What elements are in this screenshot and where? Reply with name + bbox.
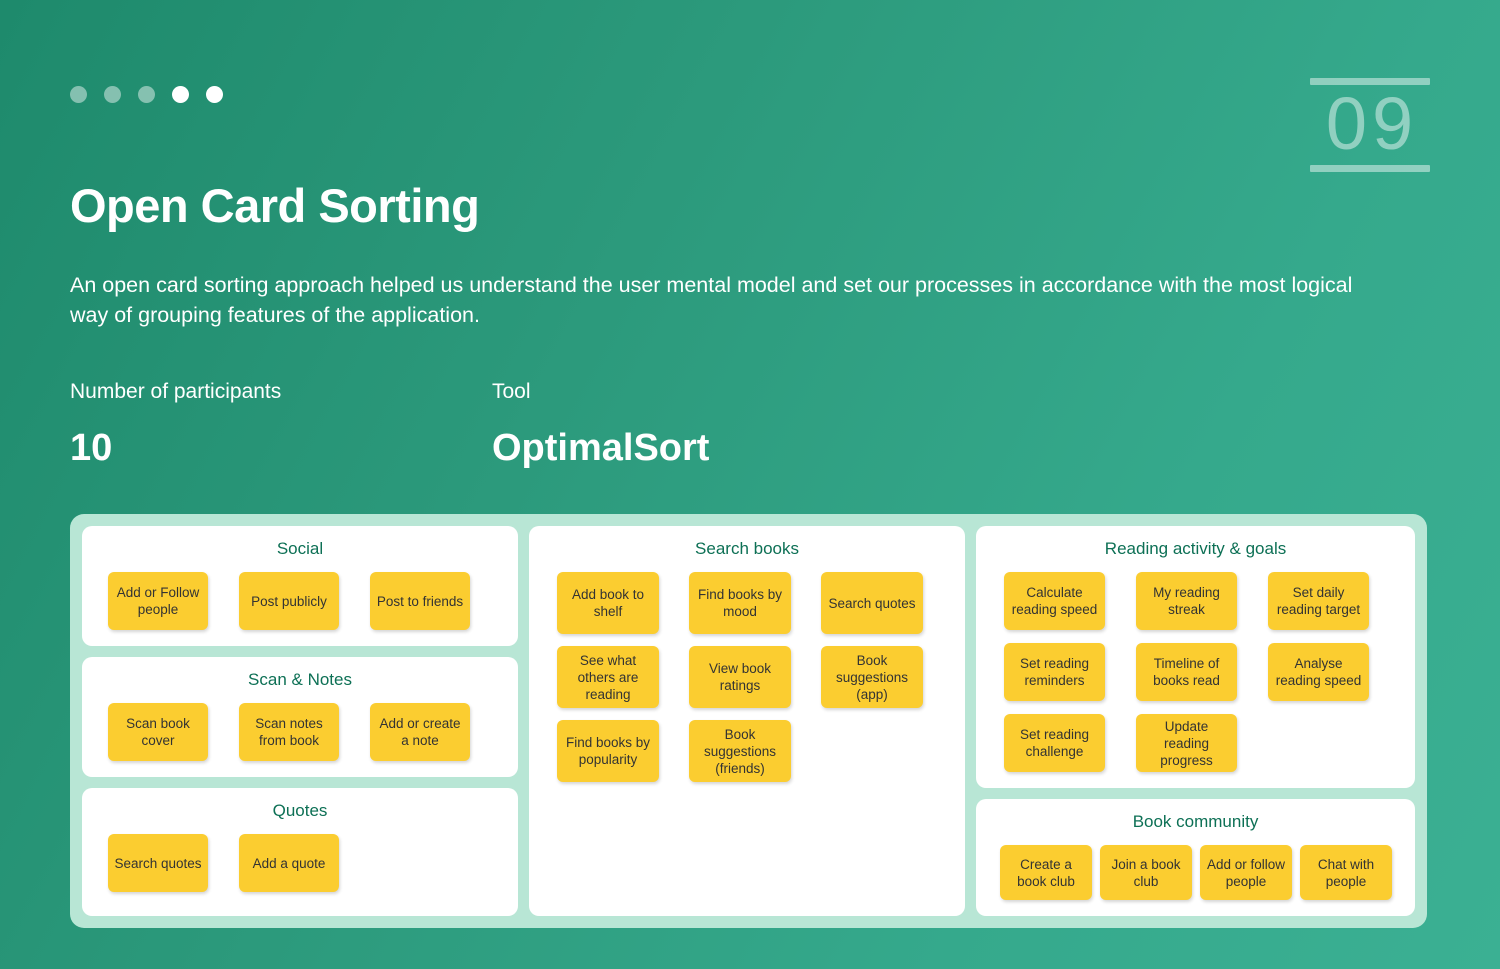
group-book-community: Book community Create a book club Join a… <box>976 799 1416 916</box>
page-number: 09 <box>1310 78 1430 173</box>
stat-participants-label: Number of participants <box>70 380 282 403</box>
group-scan-notes: Scan & Notes Scan book cover Scan notes … <box>82 657 519 777</box>
sort-card[interactable]: Post to friends <box>370 572 470 630</box>
group-scan-notes-cards: Scan book cover Scan notes from book Add… <box>96 703 504 761</box>
progress-dot-5[interactable] <box>206 86 223 103</box>
group-book-community-cards: Create a book club Join a book club Add … <box>990 845 1401 900</box>
sort-card[interactable]: Add or create a note <box>370 703 470 761</box>
sort-card[interactable]: Create a book club <box>1000 845 1093 900</box>
group-quotes: Quotes Search quotes Add a quote <box>82 788 519 916</box>
group-social-cards: Add or Follow people Post publicly Post … <box>96 572 504 630</box>
sort-card[interactable]: Book suggestions (app) <box>821 646 924 708</box>
sort-card[interactable]: Timeline of books read <box>1136 643 1238 701</box>
sort-card[interactable]: Set daily reading target <box>1268 572 1370 630</box>
sort-card[interactable]: Find books by popularity <box>557 720 660 782</box>
sort-card[interactable]: Add a quote <box>239 834 339 892</box>
stat-tool-label: Tool <box>492 380 531 403</box>
stat-tool-value: OptimalSort <box>492 427 710 469</box>
card-sorting-board: Social Add or Follow people Post publicl… <box>70 514 1427 928</box>
sort-card[interactable]: Chat with people <box>1300 845 1393 900</box>
progress-dot-3[interactable] <box>138 86 155 103</box>
group-reading-activity-cards: Calculate reading speed My reading strea… <box>990 572 1401 772</box>
progress-dot-1[interactable] <box>70 86 87 103</box>
progress-dot-2[interactable] <box>104 86 121 103</box>
group-reading-activity: Reading activity & goals Calculate readi… <box>976 526 1416 788</box>
group-scan-notes-title: Scan & Notes <box>248 670 352 689</box>
sort-card[interactable]: Join a book club <box>1100 845 1193 900</box>
sort-card[interactable]: Update reading progress <box>1136 714 1238 772</box>
sort-card[interactable]: Set reading challenge <box>1004 714 1106 772</box>
sort-card[interactable]: Scan book cover <box>108 703 208 761</box>
group-search-books: Search books Add book to shelf Find book… <box>529 526 966 916</box>
stat-tool: Tool OptimalSort <box>492 378 914 470</box>
stat-participants-value: 10 <box>70 427 113 469</box>
page-number-value: 09 <box>1325 82 1419 165</box>
board-column-middle: Search books Add book to shelf Find book… <box>529 526 966 916</box>
sort-card[interactable]: Add book to shelf <box>557 572 660 634</box>
group-book-community-title: Book community <box>1132 812 1259 831</box>
sort-card[interactable]: Post publicly <box>239 572 339 630</box>
sort-card[interactable]: Analyse reading speed <box>1268 643 1370 701</box>
group-search-books-title: Search books <box>695 539 799 558</box>
group-reading-activity-title: Reading activity & goals <box>1104 539 1287 558</box>
sort-card[interactable]: Add or Follow people <box>108 572 208 630</box>
sort-card[interactable]: Search quotes <box>821 572 924 634</box>
sort-card[interactable]: Calculate reading speed <box>1004 572 1106 630</box>
board-column-left: Social Add or Follow people Post publicl… <box>82 526 519 916</box>
progress-dot-4[interactable] <box>172 86 189 103</box>
group-quotes-cards: Search quotes Add a quote <box>96 834 504 892</box>
group-social: Social Add or Follow people Post publicl… <box>82 526 519 646</box>
sort-card[interactable]: See what others are reading <box>557 646 660 708</box>
sort-card[interactable]: Find books by mood <box>689 572 792 634</box>
sort-card[interactable]: View book ratings <box>689 646 792 708</box>
page-number-bottom-rule <box>1310 165 1430 173</box>
stat-participants: Number of participants 10 <box>70 378 492 470</box>
sort-card[interactable]: Scan notes from book <box>239 703 339 761</box>
group-quotes-title: Quotes <box>272 801 328 820</box>
slide-progress-dots <box>70 86 223 103</box>
page-title: Open Card Sorting <box>70 179 480 232</box>
sort-card[interactable]: Add or follow people <box>1200 845 1293 900</box>
sort-card[interactable]: My reading streak <box>1136 572 1238 630</box>
page-description: An open card sorting approach helped us … <box>70 273 1353 327</box>
sort-card[interactable]: Search quotes <box>108 834 208 892</box>
stats-row: Number of participants 10 Tool OptimalSo… <box>70 378 914 470</box>
group-social-title: Social <box>276 539 324 558</box>
board-column-right: Reading activity & goals Calculate readi… <box>976 526 1416 916</box>
sort-card[interactable]: Book suggestions (friends) <box>689 720 792 782</box>
sort-card[interactable]: Set reading reminders <box>1004 643 1106 701</box>
group-search-books-cards: Add book to shelf Find books by mood Sea… <box>543 572 951 782</box>
